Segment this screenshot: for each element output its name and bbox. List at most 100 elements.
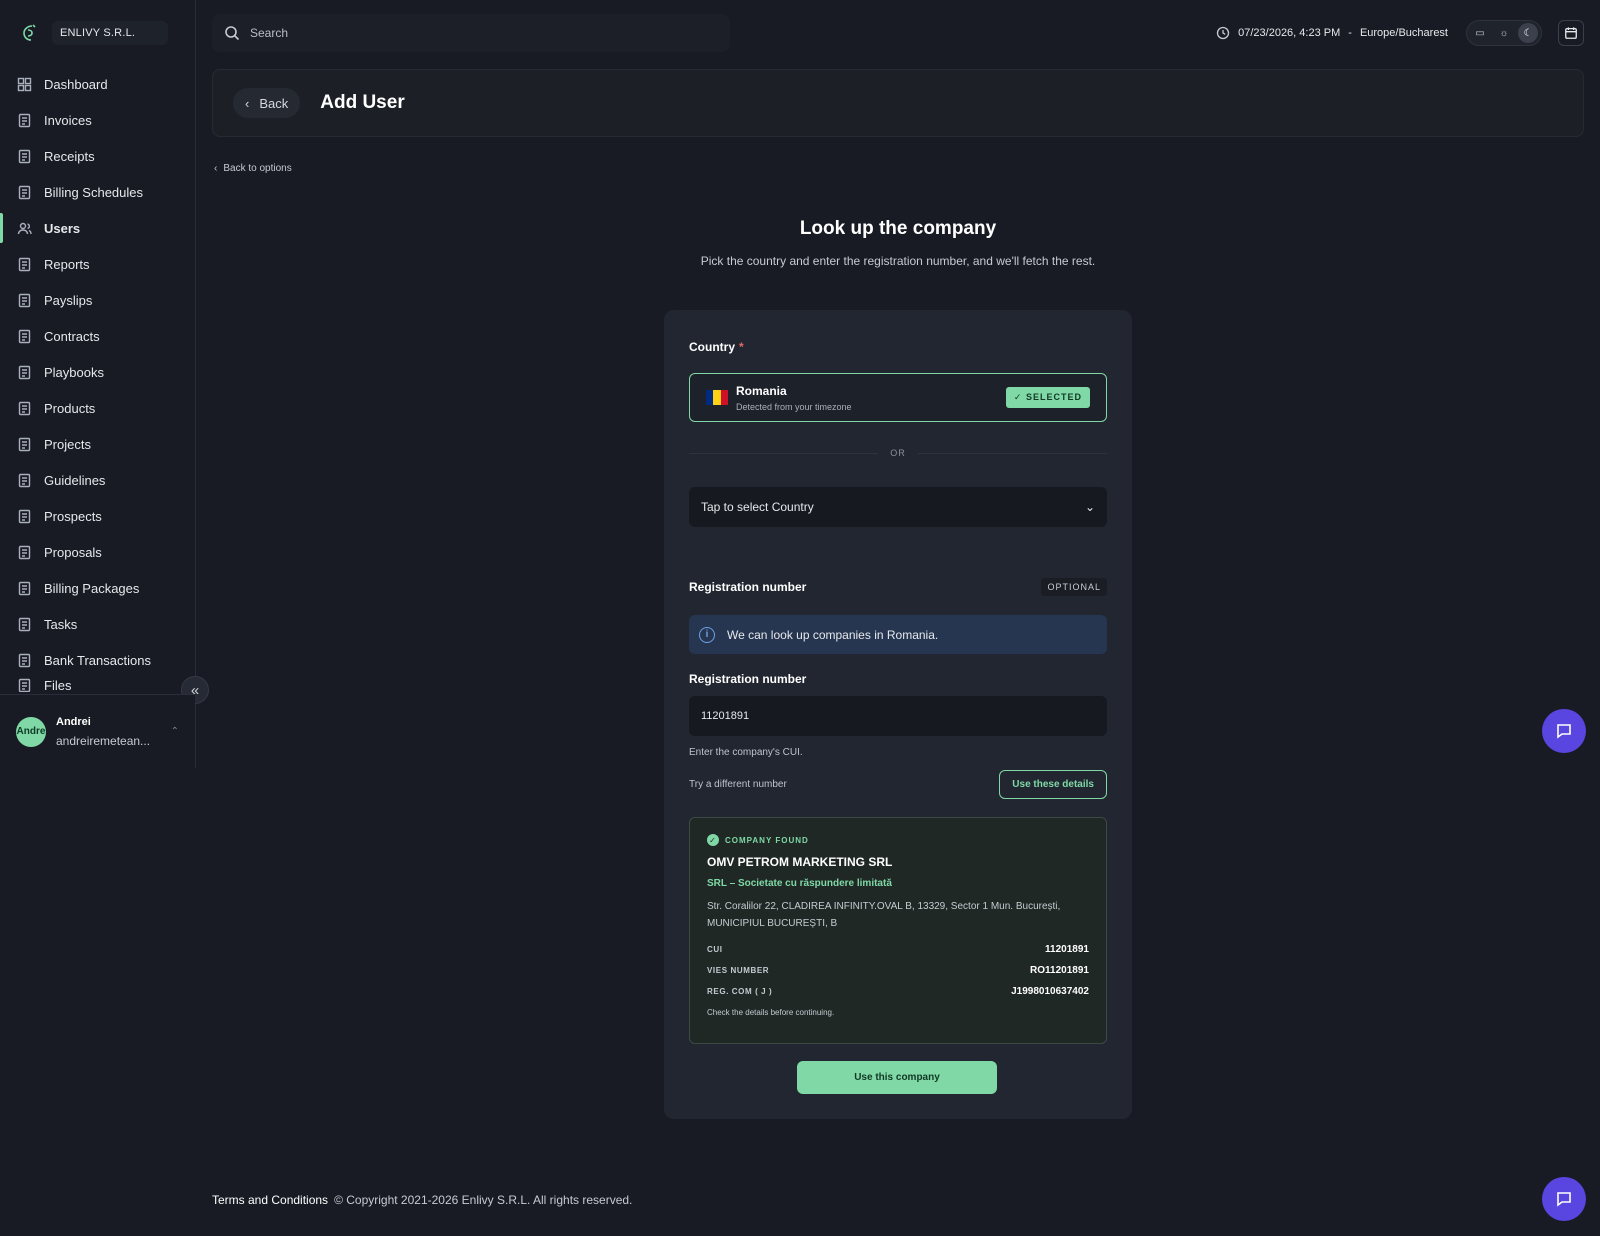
company-field-value: J1998010637402 [1011,986,1089,997]
use-this-company-button[interactable]: Use this company [797,1061,997,1094]
selected-country-detail: Detected from your timezone [736,401,852,412]
lookup-title: Look up the company [799,218,997,239]
optional-badge: OPTIONAL [1041,578,1107,596]
selected-country-name: Romania [736,383,787,398]
company-field-key: VIES NUMBER [707,966,770,975]
sidebar-item-proposals[interactable]: Proposals [0,534,195,570]
invoice-icon [18,113,31,127]
support-chat-button[interactable] [1542,1177,1586,1221]
sidebar-item-label: Dashboard [44,76,108,92]
sun-icon[interactable]: ☼ [1494,23,1514,43]
company-field-row: CUI 11201891 [707,944,1089,955]
proposal-icon [18,545,31,559]
sidebar-item-billing-schedules[interactable]: Billing Schedules [0,174,195,210]
sidebar-item-prospects[interactable]: Prospects [0,498,195,534]
sidebar-item-tasks[interactable]: Tasks [0,606,195,642]
chevron-left-icon: ‹ [245,95,250,111]
moon-icon[interactable]: ☾ [1518,23,1538,43]
try-row: Try a different number Use these details [689,770,1107,799]
country-label: Country * [689,340,744,354]
sidebar-item-playbooks[interactable]: Playbooks [0,354,195,390]
registration-input-label: Registration number [689,672,807,686]
guideline-icon [18,473,31,487]
payslip-icon [18,293,31,307]
project-icon [18,437,31,451]
user-menu[interactable]: Andre Andrei andreiremetean... ⌃ [0,694,195,768]
sidebar-item-label: Invoices [44,112,92,128]
dashboard-icon [17,77,32,91]
check-circle-icon: ✓ [707,834,719,846]
brand[interactable]: ENLIVY S.R.L. [0,0,195,66]
company-found-label: COMPANY FOUND [725,835,809,845]
search-bar[interactable]: Search [212,14,730,52]
flag-stripe-red [720,390,728,405]
sidebar-item-products[interactable]: Products [0,390,195,426]
sidebar-item-label: Files [44,678,72,692]
terms-link[interactable]: Terms and Conditions [212,1193,328,1207]
sidebar-item-files[interactable]: Files [0,678,195,692]
sidebar-item-users[interactable]: Users [0,210,195,246]
chevron-up-down-icon[interactable]: ⌃ [171,726,179,737]
or-divider: OR [689,448,1107,458]
company-field-key: REG. COM ( J ) [707,987,773,996]
sidebar-item-payslips[interactable]: Payslips [0,282,195,318]
country-select-placeholder: Tap to select Country [701,500,814,514]
back-to-options-link[interactable]: ‹ Back to options [214,163,292,174]
sidebar-item-reports[interactable]: Reports [0,246,195,282]
sidebar-item-label: Proposals [44,544,102,560]
footer: Terms and Conditions © Copyright 2021-20… [212,1193,632,1207]
sidebar-item-label: Billing Schedules [44,184,144,200]
contract-icon [18,329,31,343]
sidebar-item-label: Contracts [44,328,100,344]
sidebar-item-dashboard[interactable]: Dashboard [0,66,195,102]
monitor-icon[interactable]: ▭ [1470,23,1490,43]
use-these-details-button[interactable]: Use these details [999,770,1107,799]
sidebar-item-label: Billing Packages [44,580,140,596]
bank-icon [18,653,31,667]
theme-switch: ▭ ☼ ☾ [1466,20,1542,46]
chat-bubble-icon [1557,1192,1571,1207]
page-header: ‹ Back Add User [212,69,1584,137]
selected-country-option[interactable]: Romania Detected from your timezone ✓ SE… [689,373,1107,422]
sidebar-item-billing-packages[interactable]: Billing Packages [0,570,195,606]
company-type: SRL – Societate cu răspundere limitată [707,878,892,889]
flag-stripe-yellow [713,390,721,405]
country-select[interactable]: Tap to select Country ⌄ [689,487,1107,527]
sidebar-item-label: Guidelines [44,472,106,488]
sidebar-item-label: Projects [44,436,91,452]
sidebar-item-label: Payslips [44,292,93,308]
file-icon [18,678,31,692]
chevron-left-icon: ‹ [214,163,218,174]
avatar: Andre [16,716,46,747]
registration-section-header: Registration number OPTIONAL [689,578,1107,596]
sidebar-item-label: Products [44,400,96,416]
or-label: OR [890,448,906,458]
sidebar-item-label: Bank Transactions [44,652,151,668]
company-field-row: VIES NUMBER RO11201891 [707,965,1089,976]
info-text: We can look up companies in Romania. [727,627,939,642]
sidebar-item-guidelines[interactable]: Guidelines [0,462,195,498]
company-field-value: 11201891 [1045,944,1089,955]
datetime-separator: - [1348,27,1352,39]
registration-number-input[interactable] [689,696,1107,736]
try-different-number-link[interactable]: Try a different number [689,779,787,790]
company-switcher[interactable]: ENLIVY S.R.L. [52,21,168,45]
lookup-heading: Look up the company Pick the country and… [600,218,1196,268]
company-field-key: CUI [707,945,723,954]
back-button[interactable]: ‹ Back [233,88,301,118]
sidebar-item-invoices[interactable]: Invoices [0,102,195,138]
sidebar-item-bank-transactions[interactable]: Bank Transactions [0,642,195,678]
sidebar-item-receipts[interactable]: Receipts [0,138,195,174]
datetime-display: 07/23/2026, 4:23 PM - Europe/Bucharest [1216,26,1448,40]
calendar-button[interactable] [1558,20,1584,46]
company-name: OMV PETROM MARKETING SRL [707,855,893,869]
chat-button[interactable] [1542,709,1586,753]
search-input[interactable]: Search [250,26,288,40]
task-icon [18,617,31,631]
search-icon [225,26,240,41]
company-address: Str. Coralilor 22, CLADIREA INFINITY.OVA… [707,901,1061,929]
country-label-text: Country [689,340,735,354]
sidebar-item-projects[interactable]: Projects [0,426,195,462]
sidebar-item-contracts[interactable]: Contracts [0,318,195,354]
check-icon: ✓ [1013,392,1023,402]
